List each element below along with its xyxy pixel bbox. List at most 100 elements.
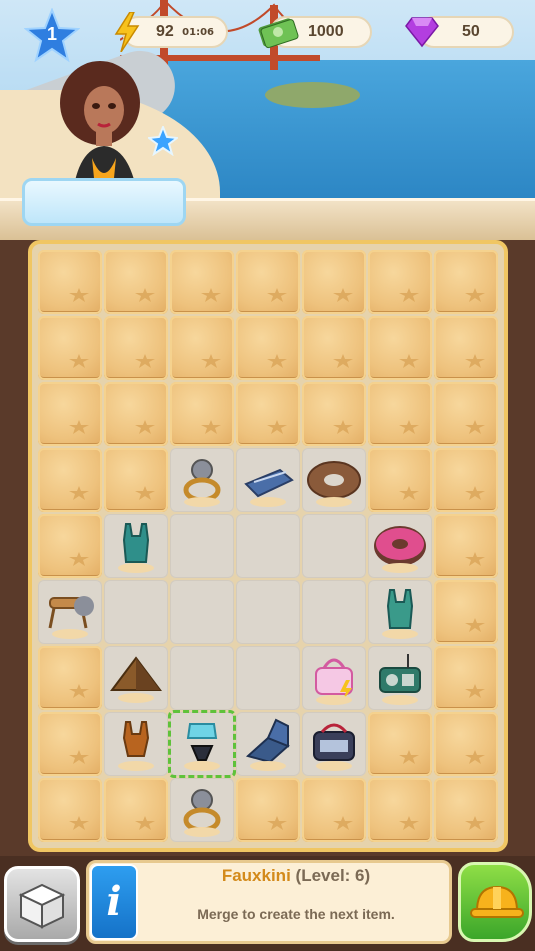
ring-icon[interactable] <box>174 782 230 838</box>
sand-tile[interactable] <box>236 250 300 314</box>
sand-tile[interactable] <box>170 316 234 380</box>
sand-tile[interactable] <box>38 778 102 842</box>
sand-tile[interactable] <box>368 250 432 314</box>
info-icon[interactable]: i <box>90 864 138 940</box>
action-button[interactable] <box>458 862 532 942</box>
lounge-chair-icon[interactable] <box>240 716 296 772</box>
sand-tile[interactable] <box>104 382 168 446</box>
empty-tile[interactable] <box>170 580 234 644</box>
starfish-icon <box>69 684 89 698</box>
starfish-icon <box>267 420 287 434</box>
sand-tile[interactable] <box>38 712 102 776</box>
deck-chair-icon[interactable] <box>240 452 296 508</box>
empty-tile[interactable] <box>236 514 300 578</box>
energy-timer: 01:06 <box>182 27 214 38</box>
board-cell[interactable] <box>302 448 366 512</box>
pyramid-icon[interactable] <box>108 650 164 706</box>
board-cell[interactable] <box>236 448 300 512</box>
sand-tile[interactable] <box>302 250 366 314</box>
board-cell[interactable] <box>302 712 366 776</box>
swimsuit-icon[interactable] <box>108 518 164 574</box>
item-description: Merge to create the next item. <box>197 906 395 922</box>
board-cell[interactable] <box>368 514 432 578</box>
empty-tile[interactable] <box>104 580 168 644</box>
sand-tile[interactable] <box>434 250 498 314</box>
sand-tile[interactable] <box>170 250 234 314</box>
empty-tile[interactable] <box>236 580 300 644</box>
stool-icon[interactable] <box>42 584 98 640</box>
delivery-counter[interactable] <box>22 178 186 226</box>
empty-tile[interactable] <box>302 580 366 644</box>
inventory-box-button[interactable] <box>4 866 80 942</box>
starfish-icon <box>69 288 89 302</box>
item-name: Fauxkini <box>221 866 291 885</box>
tank-top-icon[interactable] <box>372 584 428 640</box>
one-piece-icon[interactable] <box>108 716 164 772</box>
starfish-icon <box>465 552 485 566</box>
starfish-icon <box>69 750 89 764</box>
empty-tile[interactable] <box>170 646 234 710</box>
empty-tile[interactable] <box>302 514 366 578</box>
sand-tile[interactable] <box>38 448 102 512</box>
sand-tile[interactable] <box>236 778 300 842</box>
board-cell[interactable] <box>168 710 236 778</box>
gems-value: 50 <box>462 23 480 40</box>
sand-tile[interactable] <box>236 382 300 446</box>
sand-tile[interactable] <box>236 316 300 380</box>
sand-tile[interactable] <box>434 646 498 710</box>
starfish-icon <box>135 354 155 368</box>
sand-tile[interactable] <box>302 316 366 380</box>
sand-tile[interactable] <box>38 250 102 314</box>
sand-tile[interactable] <box>434 778 498 842</box>
starfish-icon <box>399 354 419 368</box>
empty-tile[interactable] <box>236 646 300 710</box>
sand-tile[interactable] <box>104 316 168 380</box>
board-cell[interactable] <box>170 448 234 512</box>
sand-tile[interactable] <box>38 646 102 710</box>
cooler-bag-icon[interactable] <box>306 716 362 772</box>
board-cell[interactable] <box>104 712 168 776</box>
sand-tile[interactable] <box>38 382 102 446</box>
board-cell[interactable] <box>368 646 432 710</box>
sand-tile[interactable] <box>170 382 234 446</box>
sand-tile[interactable] <box>302 778 366 842</box>
starfish-icon <box>267 288 287 302</box>
starfish-icon <box>465 684 485 698</box>
sand-tile[interactable] <box>302 382 366 446</box>
sand-tile[interactable] <box>434 316 498 380</box>
empty-tile[interactable] <box>170 514 234 578</box>
sand-tile[interactable] <box>368 448 432 512</box>
board-cell[interactable] <box>104 646 168 710</box>
radio-icon[interactable] <box>372 650 428 706</box>
sand-tile[interactable] <box>38 514 102 578</box>
board-cell[interactable] <box>368 580 432 644</box>
sand-tile[interactable] <box>434 712 498 776</box>
sand-tile[interactable] <box>368 382 432 446</box>
sand-tile[interactable] <box>434 382 498 446</box>
starfish-icon <box>135 288 155 302</box>
sand-tile[interactable] <box>104 448 168 512</box>
board-cell[interactable] <box>236 712 300 776</box>
sand-tile[interactable] <box>104 250 168 314</box>
sand-tile[interactable] <box>368 778 432 842</box>
board-cell[interactable] <box>104 514 168 578</box>
character-avatar[interactable] <box>58 48 168 198</box>
item-level: (Level: 6) <box>295 866 371 885</box>
sand-tile[interactable] <box>434 580 498 644</box>
sand-tile[interactable] <box>368 712 432 776</box>
sand-tile[interactable] <box>434 448 498 512</box>
sand-tile[interactable] <box>434 514 498 578</box>
board-cell[interactable] <box>170 778 234 842</box>
starfish-icon <box>69 420 89 434</box>
board-cell[interactable] <box>302 646 366 710</box>
donut-icon[interactable] <box>306 452 362 508</box>
sand-tile[interactable] <box>38 316 102 380</box>
beach-bag-icon[interactable] <box>306 650 362 706</box>
ring-icon[interactable] <box>174 452 230 508</box>
board-cell[interactable] <box>38 580 102 644</box>
sand-tile[interactable] <box>368 316 432 380</box>
sand-tile[interactable] <box>104 778 168 842</box>
donut-pink-icon[interactable] <box>372 518 428 574</box>
starfish-icon <box>69 354 89 368</box>
starfish-icon <box>135 816 155 830</box>
